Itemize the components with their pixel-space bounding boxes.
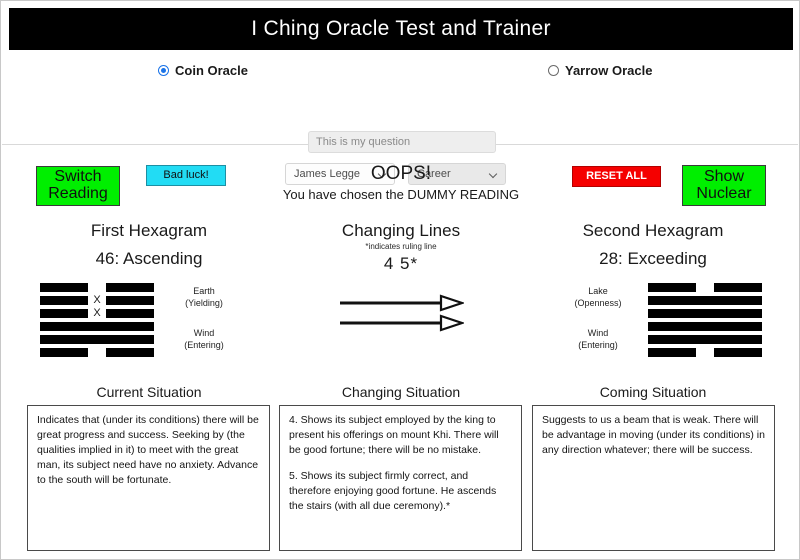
arrow-right-icon [340,294,464,332]
controls-panel: Coin Oracle Yarrow Oracle James Legge Ca… [2,51,798,185]
switch-reading-button[interactable]: Switch Reading [36,166,120,206]
first-upper-trigram-label: Earth (Yielding) [162,285,246,309]
second-hexagram-column: Second Hexagram 28: Exceeding Lake (Open… [520,221,786,367]
hexagram-line [648,348,762,357]
status-message: OOPS! You have chosen the DUMMY READING [261,163,541,202]
changing-line-marker: X [93,307,101,319]
hexagram-line: X [40,307,154,319]
second-lower-trigram-attribute: (Entering) [578,340,618,351]
show-nuclear-label-line1: Show [703,167,744,185]
changing-situation-text[interactable]: 4. Shows its subject employed by the kin… [279,405,522,551]
status-headline: OOPS! [370,163,432,184]
radio-yarrow-oracle[interactable]: Yarrow Oracle [548,63,652,78]
switch-reading-label-line2: Reading [48,185,108,202]
changing-lines-column: Changing Lines *indicates ruling line 4 … [268,221,534,372]
current-situation-paragraph: Indicates that (under its conditions) th… [37,414,259,486]
second-hexagram-heading: Second Hexagram [582,221,724,240]
first-hexagram-column: First Hexagram 46: Ascending X X Earth (… [16,221,282,367]
second-hexagram-figure: Lake (Openness) Wind (Entering) [520,283,786,367]
reset-all-button[interactable]: RESET ALL [572,166,661,187]
radio-unselected-icon[interactable] [548,65,559,76]
second-hexagram-lines [648,283,762,357]
switch-reading-label-line1: Switch [54,168,102,186]
show-nuclear-button[interactable]: Show Nuclear [682,165,766,206]
app-root: I Ching Oracle Test and Trainer Coin Ora… [0,0,800,560]
reset-all-label: RESET ALL [586,169,647,182]
hexagram-line: X [40,294,154,306]
first-lower-trigram-attribute: (Entering) [184,340,224,351]
hexagram-line [648,283,762,292]
second-upper-trigram-attribute: (Openness) [574,298,622,309]
app-header: I Ching Oracle Test and Trainer [9,8,793,50]
hexagram-line [648,335,762,344]
hexagram-line [648,296,762,305]
hexagram-line [40,348,154,357]
bad-luck-button[interactable]: Bad luck! [146,165,226,186]
first-lower-trigram-name: Wind [193,328,215,338]
page-title: I Ching Oracle Test and Trainer [251,17,551,40]
changing-line-marker: X [93,294,101,306]
first-upper-trigram-name: Earth [193,286,215,296]
hexagram-line [648,309,762,318]
radio-selected-icon[interactable] [158,65,169,76]
changing-situation-paragraph-1: 4. Shows its subject employed by the kin… [289,414,499,456]
hexagram-line [40,335,154,344]
first-hexagram-subtitle: 46: Ascending [95,249,203,268]
hexagram-line [40,322,154,331]
second-upper-trigram-name: Lake [588,286,608,296]
first-upper-trigram-attribute: (Yielding) [185,298,223,309]
status-detail: You have chosen the DUMMY READING [282,186,520,202]
radio-coin-oracle-label: Coin Oracle [175,63,248,78]
radio-yarrow-oracle-label: Yarrow Oracle [565,63,653,78]
ruling-line-note: *indicates ruling line [365,242,437,251]
hexagram-line [40,283,154,292]
transition-arrows [268,288,534,372]
current-situation-title: Current Situation [96,384,202,400]
second-upper-trigram-label: Lake (Openness) [556,285,640,309]
first-hexagram-figure: X X Earth (Yielding) Wind (Entering) [16,283,282,367]
changing-lines-heading: Changing Lines [341,221,461,240]
first-hexagram-lines: X X [40,283,154,357]
question-input[interactable] [308,131,496,153]
second-hexagram-subtitle: 28: Exceeding [599,249,707,268]
radio-coin-oracle[interactable]: Coin Oracle [158,63,248,78]
first-lower-trigram-label: Wind (Entering) [162,327,246,351]
coming-situation-title: Coming Situation [599,384,707,400]
first-hexagram-heading: First Hexagram [90,221,208,240]
changing-situation-paragraph-2: 5. Shows its subject firmly correct, and… [289,469,497,512]
show-nuclear-label-line2: Nuclear [696,184,752,202]
coming-situation-text[interactable]: Suggests to us a beam that is weak. Ther… [532,405,775,551]
coming-situation-paragraph: Suggests to us a beam that is weak. Ther… [542,414,765,456]
changing-lines-values: 4 5* [383,254,419,273]
hexagram-line [648,322,762,331]
bad-luck-label: Bad luck! [163,168,209,181]
second-lower-trigram-name: Wind [587,328,609,338]
changing-situation-title: Changing Situation [341,384,461,400]
current-situation-text[interactable]: Indicates that (under its conditions) th… [27,405,270,551]
oracle-mode-radio-group: Coin Oracle Yarrow Oracle [2,63,798,83]
second-lower-trigram-label: Wind (Entering) [556,327,640,351]
